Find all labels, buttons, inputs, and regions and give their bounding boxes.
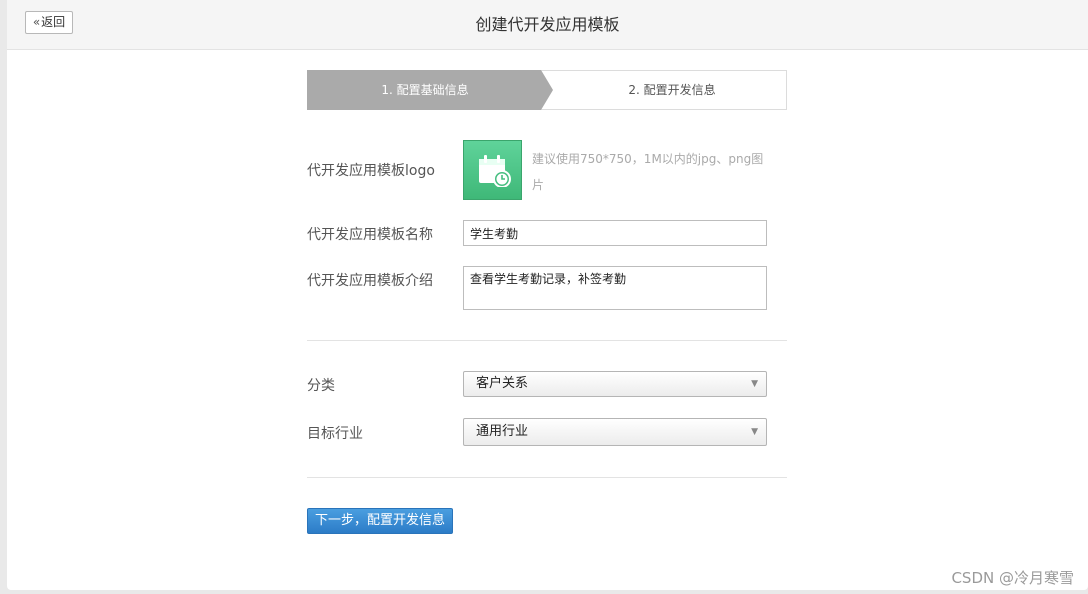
category-select-value: 客户关系 xyxy=(476,376,529,391)
watermark: CSDN @冷月寒雪 xyxy=(951,569,1074,587)
industry-select-value: 通用行业 xyxy=(476,424,529,439)
industry-select[interactable]: 通用行业 ▼ xyxy=(463,418,767,446)
dropdown-arrow-icon: ▼ xyxy=(751,379,758,389)
top-bar: « 返回 创建代开发应用模板 xyxy=(7,0,1088,50)
divider xyxy=(307,477,787,478)
step-1: 1. 配置基础信息 xyxy=(307,70,553,110)
industry-label: 目标行业 xyxy=(307,426,363,442)
name-input[interactable] xyxy=(463,220,767,246)
name-label: 代开发应用模板名称 xyxy=(307,227,433,243)
next-step-button[interactable]: 下一步，配置开发信息 xyxy=(307,508,453,534)
main-panel: « 返回 创建代开发应用模板 1. 配置基础信息 2. 配置开发信息 代开发应用… xyxy=(7,0,1088,590)
page-title: 创建代开发应用模板 xyxy=(475,15,620,34)
divider xyxy=(307,340,787,341)
intro-label: 代开发应用模板介绍 xyxy=(307,273,433,289)
logo-hint: 建议使用750*750，1M以内的jpg、png图片 xyxy=(532,152,764,192)
logo-label: 代开发应用模板logo xyxy=(307,163,435,179)
dropdown-arrow-icon: ▼ xyxy=(751,427,758,437)
category-select[interactable]: 客户关系 ▼ xyxy=(463,371,767,397)
step-1-label: 1. 配置基础信息 xyxy=(381,83,469,97)
intro-textarea[interactable]: 查看学生考勤记录，补签考勤 xyxy=(463,266,767,310)
logo-upload[interactable] xyxy=(463,140,522,200)
calendar-clock-icon xyxy=(479,155,511,187)
step-indicator: 1. 配置基础信息 2. 配置开发信息 xyxy=(307,70,787,110)
step-2-label: 2. 配置开发信息 xyxy=(628,83,716,97)
category-label: 分类 xyxy=(307,378,335,394)
